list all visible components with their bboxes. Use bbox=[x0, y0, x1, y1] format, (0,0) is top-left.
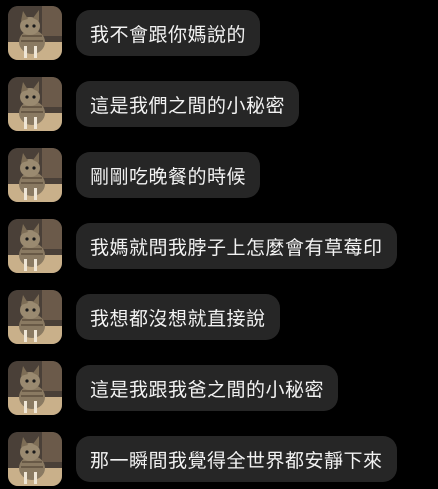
message-text: 這是我跟我爸之間的小秘密 bbox=[90, 378, 325, 401]
message-bubble[interactable]: 我不會跟你媽說的 bbox=[76, 10, 261, 56]
message-text: 剛剛吃晚餐的時候 bbox=[90, 165, 247, 188]
message-row: 這是我們之間的小秘密 bbox=[8, 77, 300, 131]
message-row: 我想都沒想就直接說 bbox=[8, 290, 280, 344]
message-row: 那一瞬間我覺得全世界都安靜下來 bbox=[8, 432, 397, 486]
message-text: 那一瞬間我覺得全世界都安靜下來 bbox=[90, 449, 383, 472]
chat-thread: 我不會跟你媽說的 這是我們之間的小秘密 剛剛吃晚餐的時候 我媽就問我脖子上怎麼會… bbox=[0, 0, 438, 489]
cat-avatar-icon[interactable] bbox=[8, 148, 62, 202]
cat-avatar-icon[interactable] bbox=[8, 77, 62, 131]
message-text: 這是我們之間的小秘密 bbox=[90, 94, 286, 117]
message-row: 這是我跟我爸之間的小秘密 bbox=[8, 361, 339, 415]
message-row: 剛剛吃晚餐的時候 bbox=[8, 148, 261, 202]
message-bubble[interactable]: 我想都沒想就直接說 bbox=[76, 294, 280, 340]
cat-avatar-icon[interactable] bbox=[8, 219, 62, 273]
message-bubble[interactable]: 我媽就問我脖子上怎麼會有草莓印 bbox=[76, 223, 397, 269]
message-text: 我想都沒想就直接說 bbox=[90, 307, 266, 330]
message-text: 我不會跟你媽說的 bbox=[90, 23, 247, 46]
cat-avatar-icon[interactable] bbox=[8, 432, 62, 486]
message-bubble[interactable]: 剛剛吃晚餐的時候 bbox=[76, 152, 261, 198]
message-bubble[interactable]: 這是我們之間的小秘密 bbox=[76, 81, 300, 127]
message-row: 我媽就問我脖子上怎麼會有草莓印 bbox=[8, 219, 397, 273]
cat-avatar-icon[interactable] bbox=[8, 6, 62, 60]
message-bubble[interactable]: 那一瞬間我覺得全世界都安靜下來 bbox=[76, 436, 397, 482]
cat-avatar-icon[interactable] bbox=[8, 361, 62, 415]
message-text: 我媽就問我脖子上怎麼會有草莓印 bbox=[90, 236, 383, 259]
message-bubble[interactable]: 這是我跟我爸之間的小秘密 bbox=[76, 365, 339, 411]
message-row: 我不會跟你媽說的 bbox=[8, 6, 261, 60]
cat-avatar-icon[interactable] bbox=[8, 290, 62, 344]
